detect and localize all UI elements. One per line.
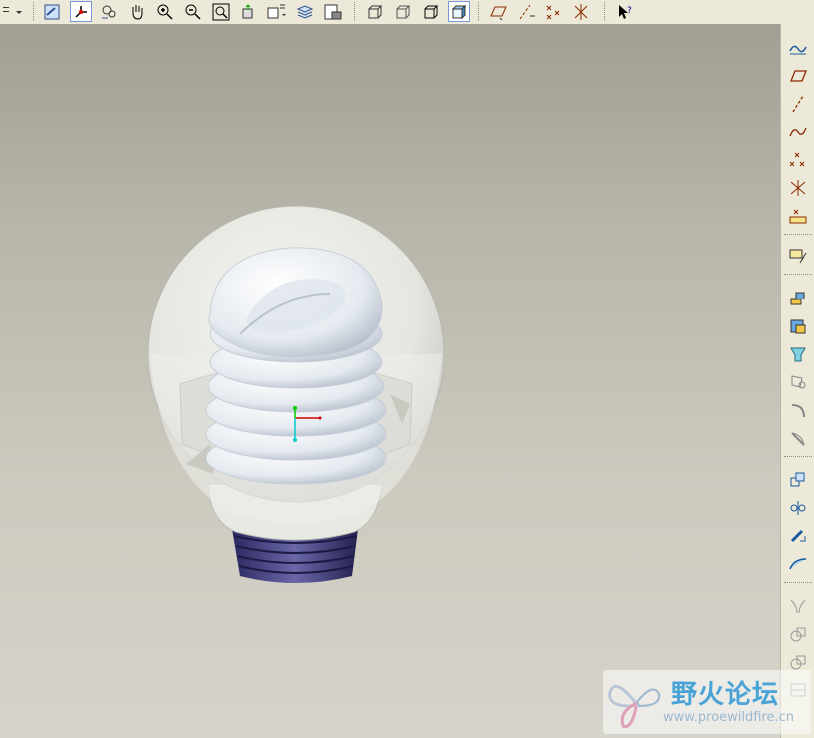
- sketcher-icon[interactable]: [785, 244, 811, 268]
- coordinate-systems-icon[interactable]: [572, 1, 594, 22]
- butterfly-logo-icon: [608, 684, 661, 729]
- saved-views-icon[interactable]: [266, 1, 288, 22]
- top-toolbar: ?: [0, 0, 814, 25]
- draft-icon[interactable]: [785, 398, 811, 422]
- forum-watermark: 野火论坛 www.proewildfire.cn: [603, 670, 811, 734]
- svg-text:?: ?: [627, 6, 632, 16]
- watermark-url: www.proewildfire.cn: [663, 710, 794, 725]
- datum-point-icon[interactable]: [785, 148, 811, 172]
- offset-icon[interactable]: [785, 552, 811, 576]
- hidden-line-icon[interactable]: [392, 1, 414, 22]
- pan-hand-icon[interactable]: [126, 1, 148, 22]
- datum-axes-icon[interactable]: [516, 1, 538, 22]
- wireframe-icon[interactable]: [364, 1, 386, 22]
- right-toolbar: [780, 24, 814, 738]
- hole-icon[interactable]: [785, 468, 811, 492]
- zoom-out-icon[interactable]: [182, 1, 204, 22]
- layers-icon[interactable]: [294, 1, 316, 22]
- repaint-icon[interactable]: [41, 1, 63, 22]
- analysis-icon[interactable]: [785, 204, 811, 228]
- sketch-icon[interactable]: [785, 36, 811, 60]
- mirror-icon[interactable]: [785, 524, 811, 548]
- view-dropdown-arrow-icon[interactable]: [2, 1, 24, 22]
- zoom-in-icon[interactable]: [154, 1, 176, 22]
- boundary-blend-icon[interactable]: [785, 370, 811, 394]
- round-icon[interactable]: [785, 426, 811, 450]
- intersect-icon[interactable]: [785, 622, 811, 646]
- datum-plane-icon[interactable]: [785, 64, 811, 88]
- refit-icon[interactable]: [210, 1, 232, 22]
- coordinate-system-icon[interactable]: [785, 176, 811, 200]
- datum-axis-icon[interactable]: [785, 92, 811, 116]
- extrude-icon[interactable]: [785, 286, 811, 310]
- spiral-tube: [205, 247, 387, 485]
- datum-curve-icon[interactable]: [785, 120, 811, 144]
- graphics-viewport[interactable]: [0, 24, 780, 738]
- variable-section-sweep-icon[interactable]: [785, 342, 811, 366]
- pattern-icon[interactable]: [785, 496, 811, 520]
- watermark-title: 野火论坛: [671, 680, 780, 710]
- shading-icon[interactable]: [448, 1, 470, 22]
- spin-center-icon[interactable]: [70, 1, 92, 22]
- whats-this-icon[interactable]: ?: [614, 1, 636, 22]
- revolve-icon[interactable]: [785, 314, 811, 338]
- reorient-icon[interactable]: [238, 1, 260, 22]
- orient-mode-icon[interactable]: [98, 1, 120, 22]
- datum-planes-icon[interactable]: [488, 1, 510, 22]
- model-setup-icon[interactable]: [322, 1, 344, 22]
- datum-points-icon[interactable]: [544, 1, 566, 22]
- bulb-model[interactable]: [0, 24, 780, 738]
- merge-icon[interactable]: [785, 594, 811, 618]
- no-hidden-icon[interactable]: [420, 1, 442, 22]
